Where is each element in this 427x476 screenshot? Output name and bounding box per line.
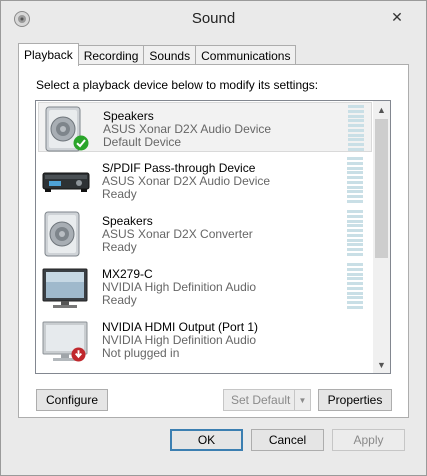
monitor-icon	[42, 268, 88, 308]
set-default-label: Set Default	[231, 393, 291, 407]
device-status: Not plugged in	[102, 346, 180, 360]
scroll-down-button[interactable]: ▼	[373, 356, 390, 373]
device-status: Default Device	[103, 135, 182, 149]
close-icon: ✕	[391, 9, 403, 25]
title-bar[interactable]: Sound ✕	[1, 1, 426, 37]
tab-recording[interactable]: Recording	[77, 45, 145, 65]
ok-button[interactable]: OK	[170, 429, 243, 451]
list-item[interactable]: MX279-C NVIDIA High Definition Audio Rea…	[38, 261, 372, 311]
sound-dialog: Sound ✕ Playback Recording Sounds Commun…	[0, 0, 427, 476]
default-check-icon	[73, 135, 89, 151]
receiver-icon	[42, 172, 90, 192]
chevron-up-icon: ▲	[377, 104, 386, 115]
list-item[interactable]: Speakers ASUS Xonar D2X Converter Ready	[38, 208, 372, 258]
chevron-down-icon: ▼	[377, 359, 386, 370]
set-default-button[interactable]: Set Default ▼	[223, 389, 311, 411]
cancel-button[interactable]: Cancel	[251, 429, 324, 451]
volume-meter	[347, 210, 363, 256]
scroll-up-button[interactable]: ▲	[373, 101, 390, 118]
volume-meter	[347, 157, 363, 203]
playback-panel: Select a playback device below to modify…	[18, 64, 409, 418]
properties-button[interactable]: Properties	[318, 389, 392, 411]
list-item[interactable]: S/PDIF Pass-through Device ASUS Xonar D2…	[38, 155, 372, 205]
chevron-down-icon[interactable]: ▼	[294, 390, 310, 410]
device-status: Ready	[102, 293, 137, 307]
tab-strip: Playback Recording Sounds Communications	[18, 43, 297, 66]
device-list[interactable]: Speakers ASUS Xonar D2X Audio Device Def…	[35, 100, 391, 374]
tab-communications[interactable]: Communications	[195, 45, 297, 65]
volume-meter	[347, 263, 363, 309]
list-item[interactable]: NVIDIA HDMI Output (Port 1) NVIDIA High …	[38, 314, 372, 364]
device-status: Ready	[102, 240, 137, 254]
volume-meter	[348, 105, 364, 151]
close-button[interactable]: ✕	[382, 7, 412, 28]
speaker-icon	[44, 211, 80, 257]
apply-button[interactable]: Apply	[332, 429, 405, 451]
configure-button[interactable]: Configure	[36, 389, 108, 411]
unplugged-icon	[71, 347, 86, 362]
instruction-text: Select a playback device below to modify…	[36, 78, 319, 92]
device-status: Ready	[102, 187, 137, 201]
tab-sounds[interactable]: Sounds	[143, 45, 197, 65]
tab-playback[interactable]: Playback	[18, 43, 79, 66]
scroll-thumb[interactable]	[375, 119, 388, 258]
list-item[interactable]: Speakers ASUS Xonar D2X Audio Device Def…	[38, 102, 372, 152]
window-title: Sound	[191, 10, 236, 27]
device-list-scrollbar[interactable]: ▲ ▼	[373, 101, 390, 373]
